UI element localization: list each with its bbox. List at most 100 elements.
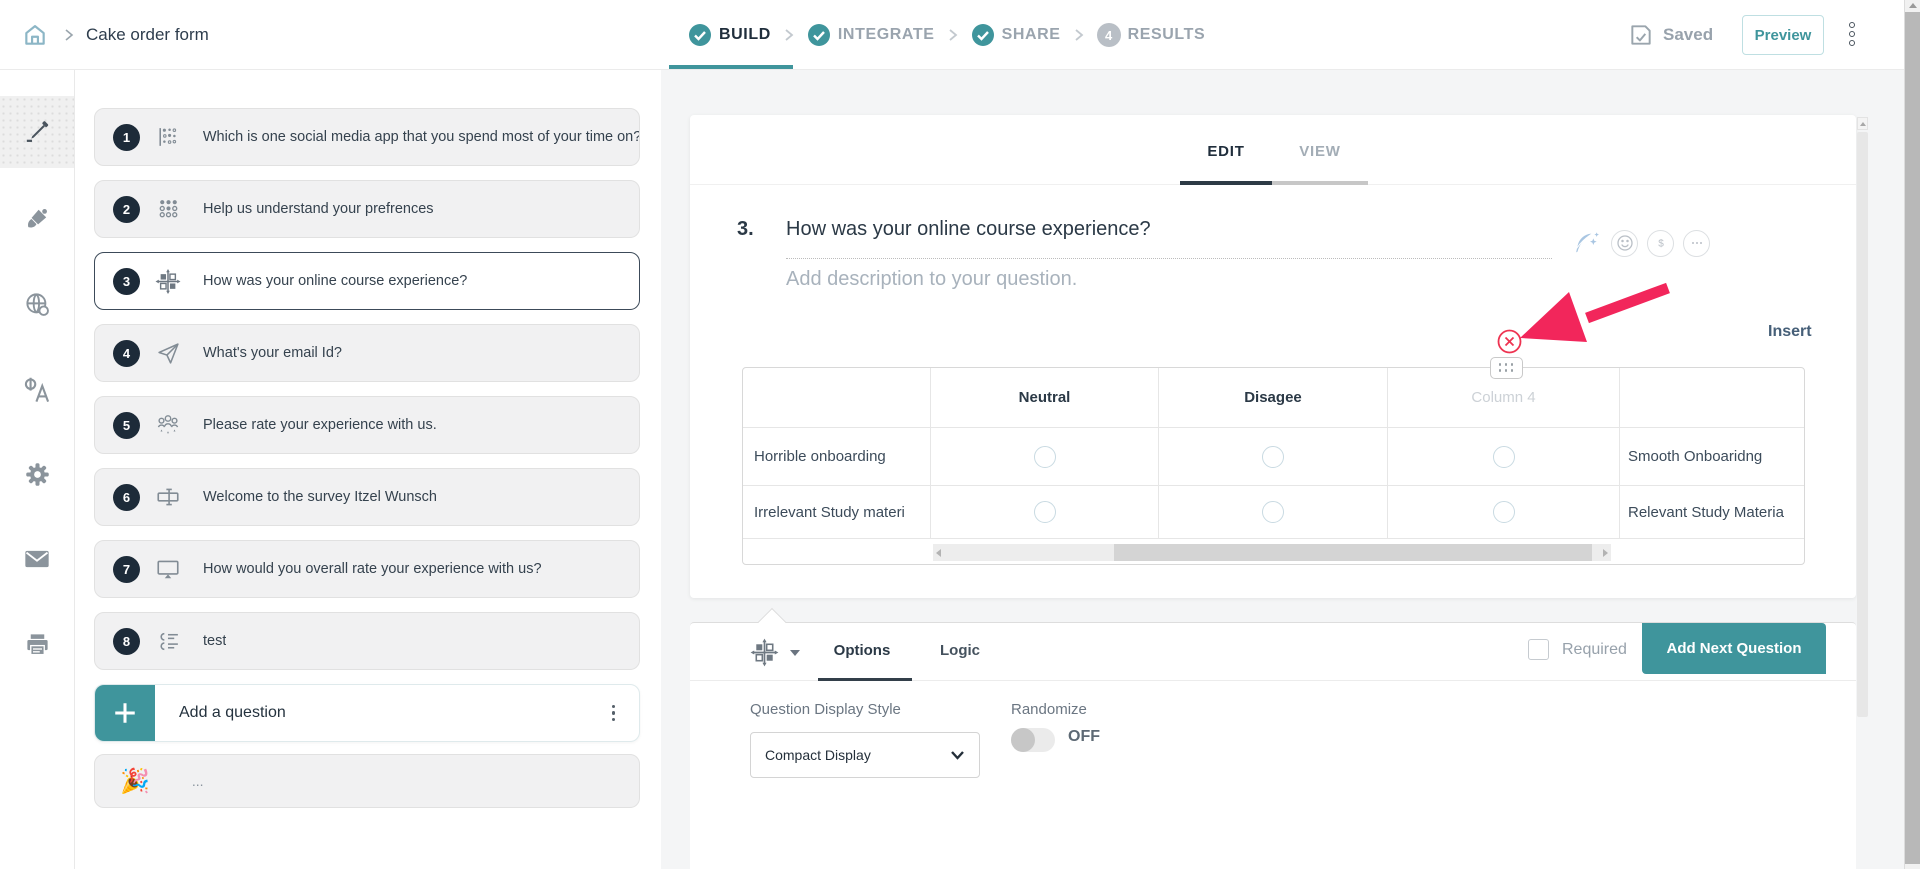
matrix-cell [1159,486,1388,539]
question-number-badge: 2 [113,196,140,223]
matrix-col-header[interactable]: Disagee [1159,368,1388,428]
matrix-row-label-right[interactable]: Smooth Onboaridng [1620,428,1804,486]
question-card-7[interactable]: 7 How would you overall rate your experi… [94,540,640,598]
emoji-icon[interactable] [1611,230,1638,257]
randomize-toggle[interactable] [1011,728,1055,752]
question-card-label: test [203,633,226,649]
display-style-select[interactable]: Compact Display [750,732,980,778]
screen-icon [155,556,181,582]
question-card-5[interactable]: 5 Please rate your experience with us. [94,396,640,454]
more-actions-icon[interactable] [1683,230,1710,257]
rating-group-icon [155,412,181,438]
content-scrollbar[interactable] [1857,117,1868,865]
step-number-badge: 4 [1097,23,1121,47]
mail-envelope-icon[interactable] [0,533,74,585]
paint-brush-icon[interactable] [0,193,74,245]
ai-feather-icon[interactable] [1570,227,1602,259]
question-number: 3. [737,218,754,241]
question-card-3-selected[interactable]: 3 How was your online course experience? [94,252,640,310]
radio-button[interactable] [1034,446,1056,468]
question-number-badge: 6 [113,484,140,511]
matrix-cell [931,428,1159,486]
content-scrollbar-thumb[interactable] [1857,132,1868,717]
matrix-row-label-left[interactable]: Irrelevant Study materi [743,486,931,539]
scrollbar-thumb[interactable] [1114,544,1592,561]
step-build[interactable]: BUILD [688,23,771,47]
add-question-menu-icon[interactable] [612,705,616,722]
printer-icon[interactable] [0,618,74,670]
column-drag-handle[interactable] [1490,357,1523,379]
radio-button[interactable] [1493,501,1515,523]
step-share[interactable]: SHARE [971,23,1061,47]
paper-plane-icon [155,341,181,366]
required-checkbox[interactable] [1528,639,1549,660]
slider-icon [155,484,181,510]
translate-icon[interactable] [0,364,74,416]
radio-button[interactable] [1262,501,1284,523]
question-card-8[interactable]: 8 test [94,612,640,670]
breadcrumb: Cake order form [86,25,209,45]
save-status: Saved [1628,0,1713,70]
question-type-selector[interactable] [750,638,801,667]
question-number-badge: 7 [113,556,140,583]
step-chevron-icon [1074,28,1084,42]
tab-edit[interactable]: EDIT [1180,143,1272,160]
add-question-button[interactable]: Add a question [94,684,640,742]
question-card-2[interactable]: 2 Help us understand your prefrences [94,180,640,238]
question-number-badge: 5 [113,412,140,439]
step-integrate[interactable]: INTEGRATE [807,23,935,47]
page-scrollbar-thumb[interactable] [1905,12,1920,864]
settings-gear-icon[interactable] [0,448,74,500]
radio-button[interactable] [1493,446,1515,468]
check-circle-icon [688,23,712,47]
step-chevron-icon [784,28,794,42]
question-card-6[interactable]: 6 Welcome to the survey Itzel Wunsch [94,468,640,526]
variable-dollar-icon[interactable]: $ [1647,230,1674,257]
more-options-icon[interactable] [1849,22,1855,46]
question-editor-card: EDIT VIEW 3. How was your online course … [690,115,1856,598]
plus-icon [95,685,155,741]
step-results[interactable]: 4 RESULTS [1097,23,1206,47]
question-card-label: Which is one social media app that you s… [203,129,639,145]
question-card-1[interactable]: 1 Which is one social media app that you… [94,108,640,166]
matrix-row-1: Horrible onboarding Smooth Onboaridng [743,428,1804,486]
scroll-right-icon[interactable] [1603,549,1608,557]
matrix-col-header[interactable]: Neutral [931,368,1159,428]
question-title-input[interactable]: How was your online course experience? [786,218,1151,241]
scroll-left-icon[interactable] [936,549,941,557]
radio-button[interactable] [1262,446,1284,468]
insert-button[interactable]: Insert [1768,323,1812,341]
question-card-4[interactable]: 4 What's your email Id? [94,324,640,382]
toggle-knob [1011,728,1035,752]
add-next-question-button[interactable]: Add Next Question [1642,623,1826,674]
matrix-icon [750,638,779,667]
matrix-header-row: Neutral Disagee Column 4 [743,368,1804,428]
picture-choice-icon [155,125,181,150]
thank-you-card[interactable]: 🎉 ... [94,754,640,808]
matrix-row-label-left[interactable]: Horrible onboarding [743,428,931,486]
globe-icon[interactable] [0,278,74,330]
home-icon[interactable] [22,22,48,48]
check-circle-icon [807,23,831,47]
required-label: Required [1562,641,1627,659]
scroll-up-icon[interactable] [1909,3,1917,8]
matrix-cell [1388,428,1620,486]
matrix-cell [1159,428,1388,486]
tab-view[interactable]: VIEW [1272,143,1368,160]
edit-pen-icon[interactable] [0,106,74,158]
scroll-up-icon[interactable] [1857,117,1868,130]
page-scrollbar[interactable] [1904,0,1920,869]
radio-button[interactable] [1034,501,1056,523]
delete-column-icon[interactable] [1496,328,1523,355]
matrix-horizontal-scrollbar[interactable] [933,544,1611,561]
tab-options[interactable]: Options [830,642,894,659]
matrix-row-label-right[interactable]: Relevant Study Materia [1620,486,1804,539]
description-placeholder[interactable]: Add description to your question. [786,268,1077,291]
question-action-icons: $ [1570,227,1710,259]
preview-button[interactable]: Preview [1742,15,1824,55]
question-card-label: Please rate your experience with us. [203,417,437,433]
tab-logic[interactable]: Logic [938,642,982,659]
step-chevron-icon [948,28,958,42]
question-number-badge: 1 [113,124,140,151]
save-icon [1628,22,1654,48]
